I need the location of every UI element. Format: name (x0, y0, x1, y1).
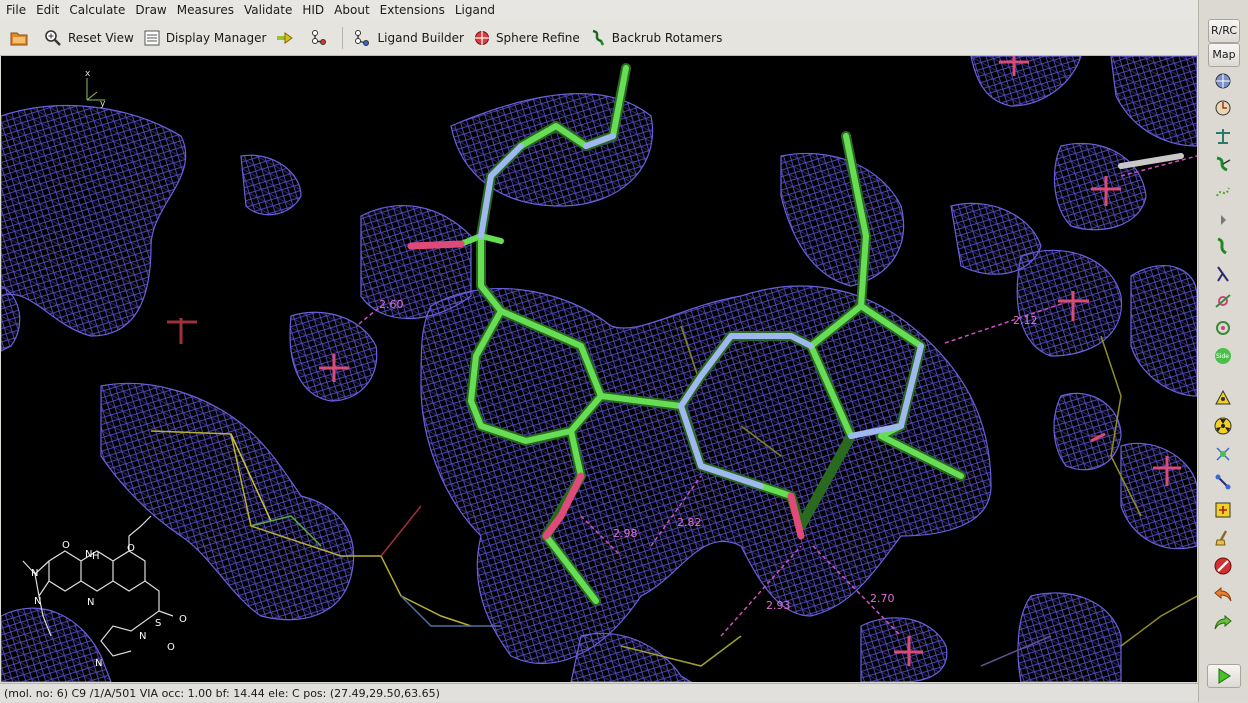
toolbar-separator (342, 26, 344, 49)
folder-icon (10, 32, 28, 45)
sphere-refine-label: Sphere Refine (495, 30, 580, 45)
menu-bar: File Edit Calculate Draw Measures Valida… (0, 0, 1198, 20)
menu-draw[interactable]: Draw (129, 0, 170, 20)
stop-icon[interactable] (1213, 556, 1233, 576)
axis-x-label: x (85, 69, 91, 79)
molecule-icon (312, 29, 327, 45)
menu-about[interactable]: About (328, 0, 373, 20)
molecule-scene: 2.60 2.12 2.98 2.82 2.93 2.70 x y O H N (1, 56, 1197, 682)
axis-y-label: y (100, 99, 106, 109)
svg-text:Side: Side (1216, 353, 1229, 360)
add-atom-button[interactable] (306, 25, 338, 51)
sketch-atom-label: N (31, 568, 38, 579)
undo-icon[interactable] (1213, 584, 1233, 604)
go-to-atom-button[interactable] (272, 25, 304, 51)
redo-icon[interactable] (1213, 612, 1233, 632)
pep-flip-icon[interactable] (1213, 291, 1233, 311)
open-file-button[interactable] (6, 25, 38, 51)
sketch-atom-label: S (155, 618, 161, 629)
cis-trans-icon[interactable] (1213, 318, 1233, 338)
menu-edit[interactable]: Edit (30, 0, 63, 20)
torsion-icon[interactable] (1213, 264, 1233, 284)
sketch-atom-label: N (85, 549, 92, 560)
add-terminal-icon[interactable] (1213, 388, 1233, 408)
distance-label: 2.60 (379, 298, 404, 311)
sphere-refine-icon[interactable] (1213, 71, 1233, 91)
backrub-rotamers-label: Backrub Rotamers (611, 30, 723, 45)
distance-label: 2.93 (766, 599, 791, 612)
reset-view-label: Reset View (68, 30, 134, 45)
radiation-icon[interactable] (1213, 416, 1233, 436)
sketch-atom-label: N (139, 631, 146, 642)
clear-brush-icon[interactable] (1213, 528, 1233, 548)
fit-loop-icon[interactable] (1213, 236, 1233, 256)
density-mesh (1, 56, 1197, 682)
rigid-body-icon[interactable] (1213, 126, 1233, 146)
play-button[interactable] (1207, 664, 1241, 688)
menu-measures[interactable]: Measures (171, 0, 238, 20)
rrc-button[interactable]: R/RC (1208, 19, 1240, 43)
sketch-atom-label: N (34, 596, 41, 607)
distance-label: 2.98 (613, 527, 638, 540)
distance-label: 2.82 (677, 516, 702, 529)
sketch-atom-label: O (62, 540, 70, 551)
map-button[interactable]: Map (1208, 43, 1240, 67)
menu-extensions[interactable]: Extensions (374, 0, 449, 20)
list-icon (144, 30, 160, 45)
zoom-icon (45, 29, 61, 46)
delete-atom-icon[interactable] (1213, 472, 1233, 492)
display-manager-label: Display Manager (165, 30, 267, 45)
expand-arrow-icon[interactable] (1213, 210, 1233, 230)
sphere-refine-button[interactable]: Sphere Refine (470, 25, 584, 51)
toolbar: Reset View Display Manager Ligand Builde… (0, 20, 1198, 56)
sketch-atom-label: N (87, 597, 94, 608)
add-atom-icon[interactable] (1213, 444, 1233, 464)
side-toolbar: R/RC Map Side (1198, 0, 1248, 702)
axis-indicator: x y (85, 69, 106, 109)
graphics-viewport[interactable]: 2.60 2.12 2.98 2.82 2.93 2.70 x y O H N (1, 56, 1197, 682)
rotamer-icon[interactable] (1213, 154, 1233, 174)
ligand-builder-button[interactable]: Ligand Builder (349, 25, 467, 51)
place-atom-icon[interactable] (1213, 500, 1233, 520)
backrub-rotamers-button[interactable]: Backrub Rotamers (586, 25, 727, 51)
play-icon (1218, 668, 1231, 684)
sketch-atom-label: H (92, 551, 100, 562)
sketch-atom-label: O (167, 642, 175, 653)
side-chain-icon[interactable]: Side (1213, 346, 1233, 366)
menu-ligand[interactable]: Ligand (449, 0, 499, 20)
menu-file[interactable]: File (0, 0, 30, 20)
sketch-atom-label: O (127, 543, 135, 554)
sketch-atom-label: N (95, 658, 102, 669)
arrow-right-icon (277, 31, 294, 44)
distance-label: 2.70 (870, 592, 895, 605)
sketch-atom-label: O (179, 614, 187, 625)
distance-label: 2.12 (1013, 314, 1038, 327)
regularize-icon[interactable] (1213, 98, 1233, 118)
menu-hid[interactable]: HID (296, 0, 328, 20)
menu-calculate[interactable]: Calculate (63, 0, 129, 20)
reset-view-button[interactable]: Reset View (40, 25, 138, 51)
crosshair-sphere-icon (474, 30, 489, 45)
ligand-builder-label: Ligand Builder (377, 30, 464, 45)
ligand-icon (355, 29, 370, 46)
backrub-icon (592, 29, 604, 46)
status-bar: (mol. no: 6) C9 /1/A/501 VIA occ: 1.00 b… (0, 683, 1198, 702)
display-manager-button[interactable]: Display Manager (140, 25, 271, 51)
mutate-icon[interactable] (1213, 182, 1233, 202)
menu-validate[interactable]: Validate (238, 0, 296, 20)
